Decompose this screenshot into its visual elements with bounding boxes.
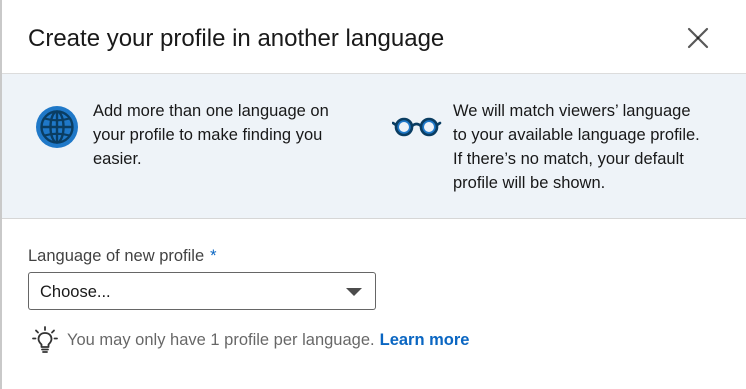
lightbulb-icon xyxy=(32,326,58,353)
language-field-label: Language of new profile * xyxy=(28,246,217,266)
info-left-line: easier. xyxy=(93,150,142,168)
language-select[interactable]: Choose... xyxy=(28,272,376,310)
close-icon xyxy=(687,27,709,49)
dialog-header: Create your profile in another language xyxy=(2,0,746,74)
info-right-line: profile will be shown. xyxy=(453,174,606,192)
info-left-line: Add more than one language on xyxy=(93,102,329,120)
close-button[interactable] xyxy=(682,22,714,54)
dialog-title: Create your profile in another language xyxy=(28,25,445,52)
info-right-line: to your available language profile. xyxy=(453,126,700,144)
language-select-value: Choose... xyxy=(40,283,111,301)
create-profile-dialog: Create your profile in another language … xyxy=(0,0,746,389)
info-left-text: Add more than one language on your profi… xyxy=(93,99,329,171)
language-label-text: Language of new profile xyxy=(28,247,205,265)
caret-down-icon xyxy=(346,288,362,296)
required-marker: * xyxy=(210,247,217,265)
info-banner: Add more than one language on your profi… xyxy=(2,74,746,219)
info-right-text: We will match viewers’ language to your … xyxy=(453,99,700,195)
info-right-line: We will match viewers’ language xyxy=(453,102,691,120)
globe-icon xyxy=(36,106,78,148)
glasses-icon xyxy=(392,117,442,137)
learn-more-link[interactable]: Learn more xyxy=(380,331,470,349)
info-left-line: your profile to make finding you xyxy=(93,126,323,144)
hint-text-wrapper: You may only have 1 profile per language… xyxy=(67,330,469,350)
hint-text: You may only have 1 profile per language… xyxy=(67,331,375,349)
info-right-line: If there’s no match, your default xyxy=(453,150,684,168)
